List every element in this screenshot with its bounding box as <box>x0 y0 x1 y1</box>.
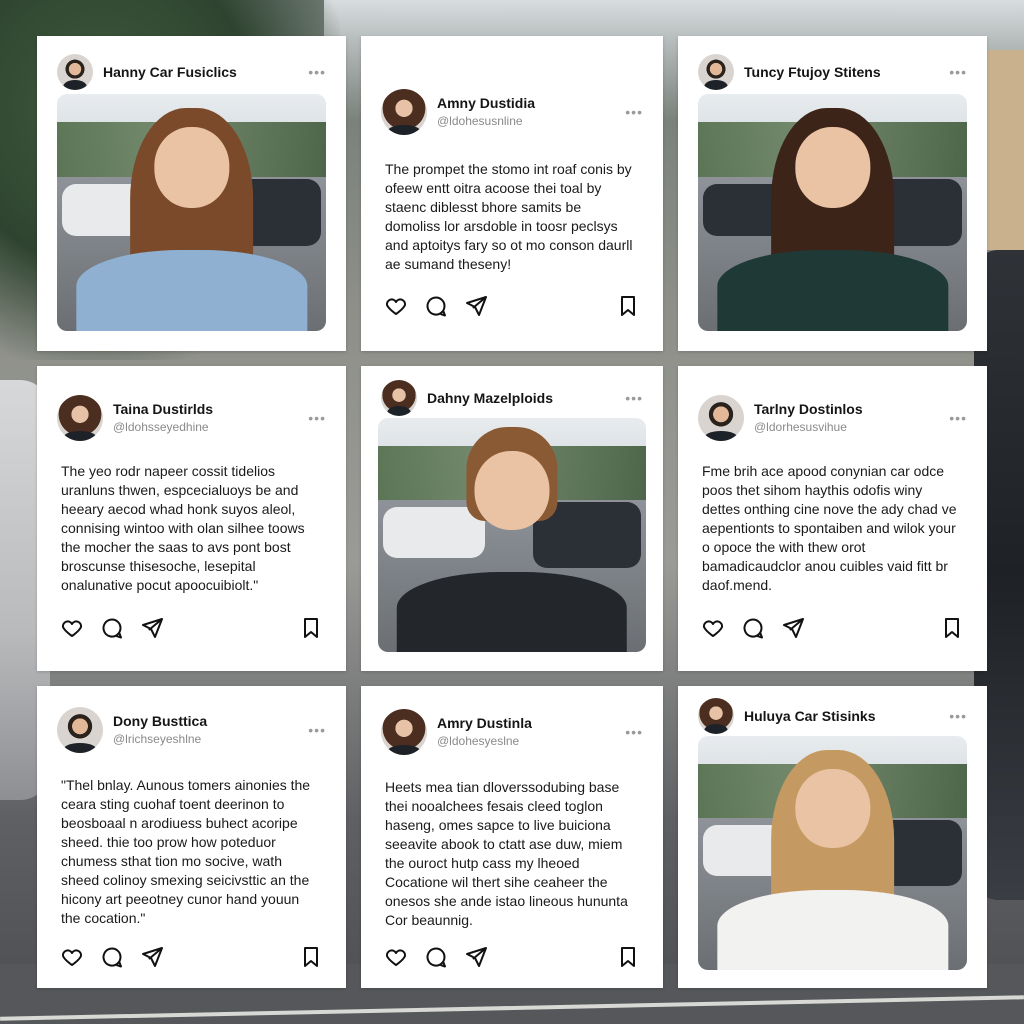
post-author-name[interactable]: Taina Dustirlds <box>113 401 213 418</box>
post-text: The prompet the stomo int roaf conis by … <box>385 161 633 272</box>
post-header: Tuncy Ftujoy Stitens ••• <box>698 52 967 92</box>
more-dots-icon[interactable]: ••• <box>949 411 967 425</box>
post-author-handle: @ldohesyeslne <box>437 734 520 748</box>
post-author-name[interactable]: Huluya Car Stisinks <box>744 708 876 725</box>
bookmark-icon[interactable] <box>615 944 641 970</box>
avatar[interactable] <box>57 395 103 441</box>
post-actions <box>59 944 324 970</box>
post-card: Amny Dustidia @ldohesusnline ••• The pro… <box>361 36 663 351</box>
send-icon[interactable] <box>139 615 165 641</box>
bookmark-icon[interactable] <box>939 615 965 641</box>
post-header: Tarlny Dostinlos @ldorhesusvihue ••• <box>698 395 967 441</box>
post-card: Hanny Car Fusiclics ••• <box>37 36 346 351</box>
post-header: Dony Busttica @lrichseyeshlne ••• <box>57 707 326 753</box>
heart-icon[interactable] <box>59 615 85 641</box>
post-card: Amry Dustinla @ldohesyeslne ••• Heets me… <box>361 686 663 988</box>
background-building <box>984 50 1024 250</box>
more-dots-icon[interactable]: ••• <box>308 65 326 79</box>
avatar[interactable] <box>381 709 427 755</box>
post-actions <box>383 293 641 319</box>
post-author-name[interactable]: Tarlny Dostinlos <box>754 401 863 418</box>
post-header: Hanny Car Fusiclics ••• <box>57 52 326 92</box>
post-header: Amry Dustinla @ldohesyeslne ••• <box>381 709 643 755</box>
post-card: Dahny Mazelploids ••• <box>361 366 663 671</box>
avatar[interactable] <box>57 707 103 753</box>
post-photo[interactable] <box>57 94 326 331</box>
post-text: Fme brih ace apood conynian car odce poo… <box>702 463 957 593</box>
send-icon[interactable] <box>463 293 489 319</box>
heart-icon[interactable] <box>700 615 726 641</box>
post-actions <box>700 615 965 641</box>
send-icon[interactable] <box>463 944 489 970</box>
comment-icon[interactable] <box>423 944 449 970</box>
send-icon[interactable] <box>139 944 165 970</box>
post-author-name[interactable]: Hanny Car Fusiclics <box>103 64 237 81</box>
avatar[interactable] <box>381 89 427 135</box>
post-card: Huluya Car Stisinks ••• <box>678 686 987 988</box>
post-text: Heets mea tian dloverssodubing base thei… <box>385 779 628 928</box>
post-author-name[interactable]: Dahny Mazelploids <box>427 390 553 407</box>
comment-icon[interactable] <box>99 944 125 970</box>
post-header: Taina Dustirlds @ldohsseyedhine ••• <box>57 395 326 441</box>
post-author-handle: @lrichseyeshlne <box>113 732 202 746</box>
heart-icon[interactable] <box>383 293 409 319</box>
post-card: Tuncy Ftujoy Stitens ••• <box>678 36 987 351</box>
more-dots-icon[interactable]: ••• <box>625 391 643 405</box>
post-text: The yeo rodr napeer cossit tidelios uran… <box>61 463 305 593</box>
bookmark-icon[interactable] <box>615 293 641 319</box>
post-author-handle: @ldorhesusvihue <box>754 420 847 434</box>
avatar[interactable] <box>57 54 93 90</box>
post-header: Amny Dustidia @ldohesusnline ••• <box>381 89 643 135</box>
post-header: Huluya Car Stisinks ••• <box>698 696 967 736</box>
avatar[interactable] <box>698 698 734 734</box>
post-card: Tarlny Dostinlos @ldorhesusvihue ••• Fme… <box>678 366 987 671</box>
post-author-name[interactable]: Dony Busttica <box>113 713 207 730</box>
bookmark-icon[interactable] <box>298 615 324 641</box>
post-card: Taina Dustirlds @ldohsseyedhine ••• The … <box>37 366 346 671</box>
more-dots-icon[interactable]: ••• <box>625 105 643 119</box>
send-icon[interactable] <box>780 615 806 641</box>
comment-icon[interactable] <box>423 293 449 319</box>
post-photo[interactable] <box>698 94 967 331</box>
comment-icon[interactable] <box>99 615 125 641</box>
post-photo[interactable] <box>378 418 646 652</box>
more-dots-icon[interactable]: ••• <box>308 411 326 425</box>
heart-icon[interactable] <box>383 944 409 970</box>
post-author-handle: @ldohsseyedhine <box>113 420 209 434</box>
heart-icon[interactable] <box>59 944 85 970</box>
post-author-name[interactable]: Amny Dustidia <box>437 95 535 112</box>
bookmark-icon[interactable] <box>298 944 324 970</box>
post-author-name[interactable]: Amry Dustinla <box>437 715 532 732</box>
post-header: Dahny Mazelploids ••• <box>381 378 643 418</box>
more-dots-icon[interactable]: ••• <box>308 723 326 737</box>
post-photo[interactable] <box>698 736 967 970</box>
post-actions <box>383 944 641 970</box>
more-dots-icon[interactable]: ••• <box>949 65 967 79</box>
comment-icon[interactable] <box>740 615 766 641</box>
post-actions <box>59 615 324 641</box>
post-author-handle: @ldohesusnline <box>437 114 523 128</box>
avatar[interactable] <box>381 380 417 416</box>
more-dots-icon[interactable]: ••• <box>625 725 643 739</box>
avatar[interactable] <box>698 54 734 90</box>
avatar[interactable] <box>698 395 744 441</box>
post-author-name[interactable]: Tuncy Ftujoy Stitens <box>744 64 881 81</box>
post-card: Dony Busttica @lrichseyeshlne ••• "Thel … <box>37 686 346 988</box>
more-dots-icon[interactable]: ••• <box>949 709 967 723</box>
post-text: "Thel bnlay. Aunous tomers ainonies the … <box>61 777 311 926</box>
